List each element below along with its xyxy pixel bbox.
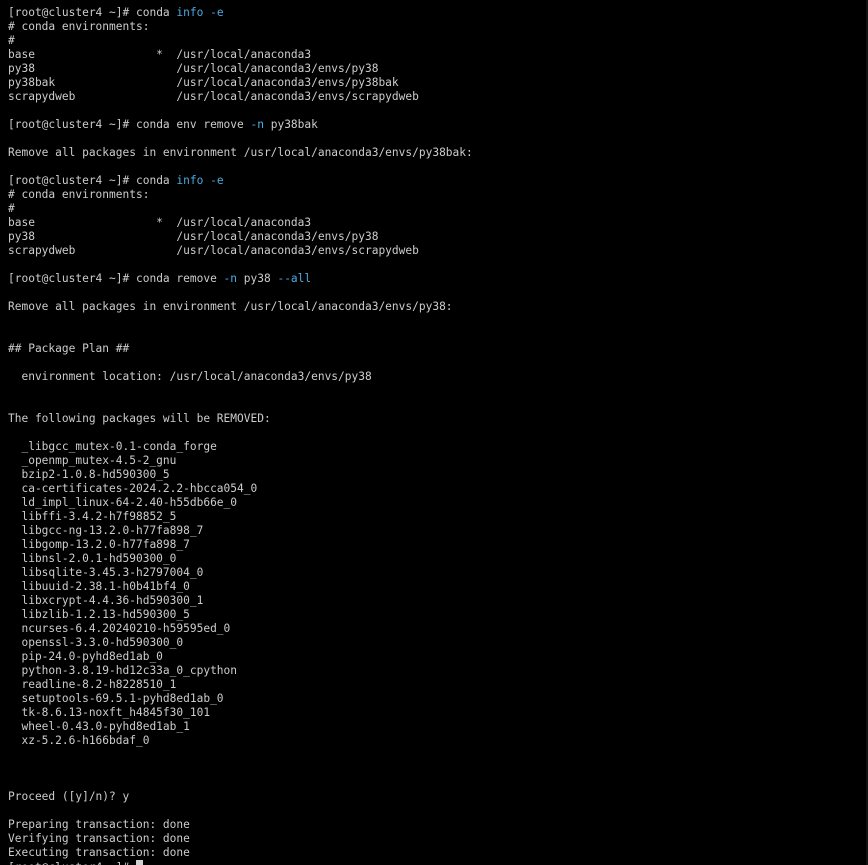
package-item: libnsl-2.0.1-hd590300_0 bbox=[8, 552, 177, 565]
command-keyword: info bbox=[176, 6, 204, 19]
package-item: ncurses-6.4.20240210-h59595ed_0 bbox=[8, 622, 231, 635]
text-cursor[interactable] bbox=[135, 860, 143, 865]
command-text: py38bak bbox=[263, 118, 318, 131]
env-list-row: scrapydweb /usr/local/anaconda3/envs/scr… bbox=[8, 244, 419, 257]
output-line: Remove all packages in environment /usr/… bbox=[8, 146, 473, 159]
command-line: [root@cluster4 ~]# conda info -e bbox=[8, 6, 868, 20]
prompt: [root@cluster4 ~]# bbox=[8, 6, 136, 19]
package-item: tk-8.6.13-noxft_h4845f30_101 bbox=[8, 706, 211, 719]
active-command-line[interactable]: [root@cluster4 ~]# bbox=[8, 860, 868, 865]
terminal-window[interactable]: [root@cluster4 ~]# conda info -e # conda… bbox=[0, 0, 868, 865]
package-item: libgomp-13.2.0-h77fa898_7 bbox=[8, 538, 190, 551]
status-line: Executing transaction: done bbox=[8, 846, 190, 859]
package-item: libuuid-2.38.1-h0b41bf4_0 bbox=[8, 580, 190, 593]
command-flag: -n bbox=[223, 272, 238, 285]
env-list-row: scrapydweb /usr/local/anaconda3/envs/scr… bbox=[8, 90, 419, 103]
command-text: py38 bbox=[237, 272, 278, 285]
package-item: ca-certificates-2024.2.2-hbcca054_0 bbox=[8, 482, 258, 495]
env-list-row: py38bak /usr/local/anaconda3/envs/py38ba… bbox=[8, 76, 399, 89]
package-item: xz-5.2.6-h166bdaf_0 bbox=[8, 734, 150, 747]
command-line: [root@cluster4 ~]# conda remove -n py38 … bbox=[8, 272, 868, 286]
output-line: # conda environments: bbox=[8, 20, 150, 33]
package-item: libsqlite-3.45.3-h2797004_0 bbox=[8, 566, 204, 579]
output-line: # conda environments: bbox=[8, 188, 150, 201]
command-keyword: info bbox=[176, 174, 204, 187]
output-line: environment location: /usr/local/anacond… bbox=[8, 370, 372, 383]
env-list-row: base * /usr/local/anaconda3 bbox=[8, 48, 312, 61]
prompt: [root@cluster4 ~]# bbox=[8, 174, 136, 187]
output-line: The following packages will be REMOVED: bbox=[8, 412, 271, 425]
output-line: # bbox=[8, 34, 15, 47]
command-line: [root@cluster4 ~]# conda env remove -n p… bbox=[8, 118, 868, 132]
prompt: [root@cluster4 ~]# bbox=[8, 118, 136, 131]
package-item: python-3.8.19-hd12c33a_0_cpython bbox=[8, 664, 238, 677]
status-line: Verifying transaction: done bbox=[8, 832, 190, 845]
package-item: libgcc-ng-13.2.0-h77fa898_7 bbox=[8, 524, 204, 537]
prompt: [root@cluster4 ~]# bbox=[8, 861, 136, 865]
command-text: conda bbox=[135, 174, 177, 187]
env-list-row: base * /usr/local/anaconda3 bbox=[8, 216, 312, 229]
output-line: ## Package Plan ## bbox=[8, 342, 130, 355]
package-item: openssl-3.3.0-hd590300_0 bbox=[8, 636, 184, 649]
package-item: libzlib-1.2.13-hd590300_5 bbox=[8, 608, 190, 621]
package-item: bzip2-1.0.8-hd590300_5 bbox=[8, 468, 170, 481]
command-text: conda env remove bbox=[135, 118, 251, 131]
command-flag: -e bbox=[210, 6, 224, 19]
package-item: ld_impl_linux-64-2.40-h55db66e_0 bbox=[8, 496, 238, 509]
command-flag: -e bbox=[210, 174, 224, 187]
package-item: pip-24.0-pyhd8ed1ab_0 bbox=[8, 650, 163, 663]
package-item: _openmp_mutex-4.5-2_gnu bbox=[8, 454, 177, 467]
command-flag: --all bbox=[277, 272, 312, 285]
command-flag: -n bbox=[250, 118, 264, 131]
command-text: conda bbox=[135, 6, 177, 19]
package-item: setuptools-69.5.1-pyhd8ed1ab_0 bbox=[8, 692, 224, 705]
package-item: wheel-0.43.0-pyhd8ed1ab_1 bbox=[8, 720, 190, 733]
prompt: [root@cluster4 ~]# bbox=[8, 272, 136, 285]
output-line: # bbox=[8, 202, 15, 215]
status-line: Preparing transaction: done bbox=[8, 818, 190, 831]
package-item: _libgcc_mutex-0.1-conda_forge bbox=[8, 440, 217, 453]
command-line: [root@cluster4 ~]# conda info -e bbox=[8, 174, 868, 188]
package-item: libffi-3.4.2-h7f98852_5 bbox=[8, 510, 177, 523]
package-item: libxcrypt-4.4.36-hd590300_1 bbox=[8, 594, 204, 607]
output-line: Remove all packages in environment /usr/… bbox=[8, 300, 453, 313]
package-item: readline-8.2-h8228510_1 bbox=[8, 678, 177, 691]
env-list-row: py38 /usr/local/anaconda3/envs/py38 bbox=[8, 62, 379, 75]
command-text: conda remove bbox=[135, 272, 224, 285]
proceed-prompt: Proceed ([y]/n)? y bbox=[8, 790, 130, 803]
env-list-row: py38 /usr/local/anaconda3/envs/py38 bbox=[8, 230, 379, 243]
